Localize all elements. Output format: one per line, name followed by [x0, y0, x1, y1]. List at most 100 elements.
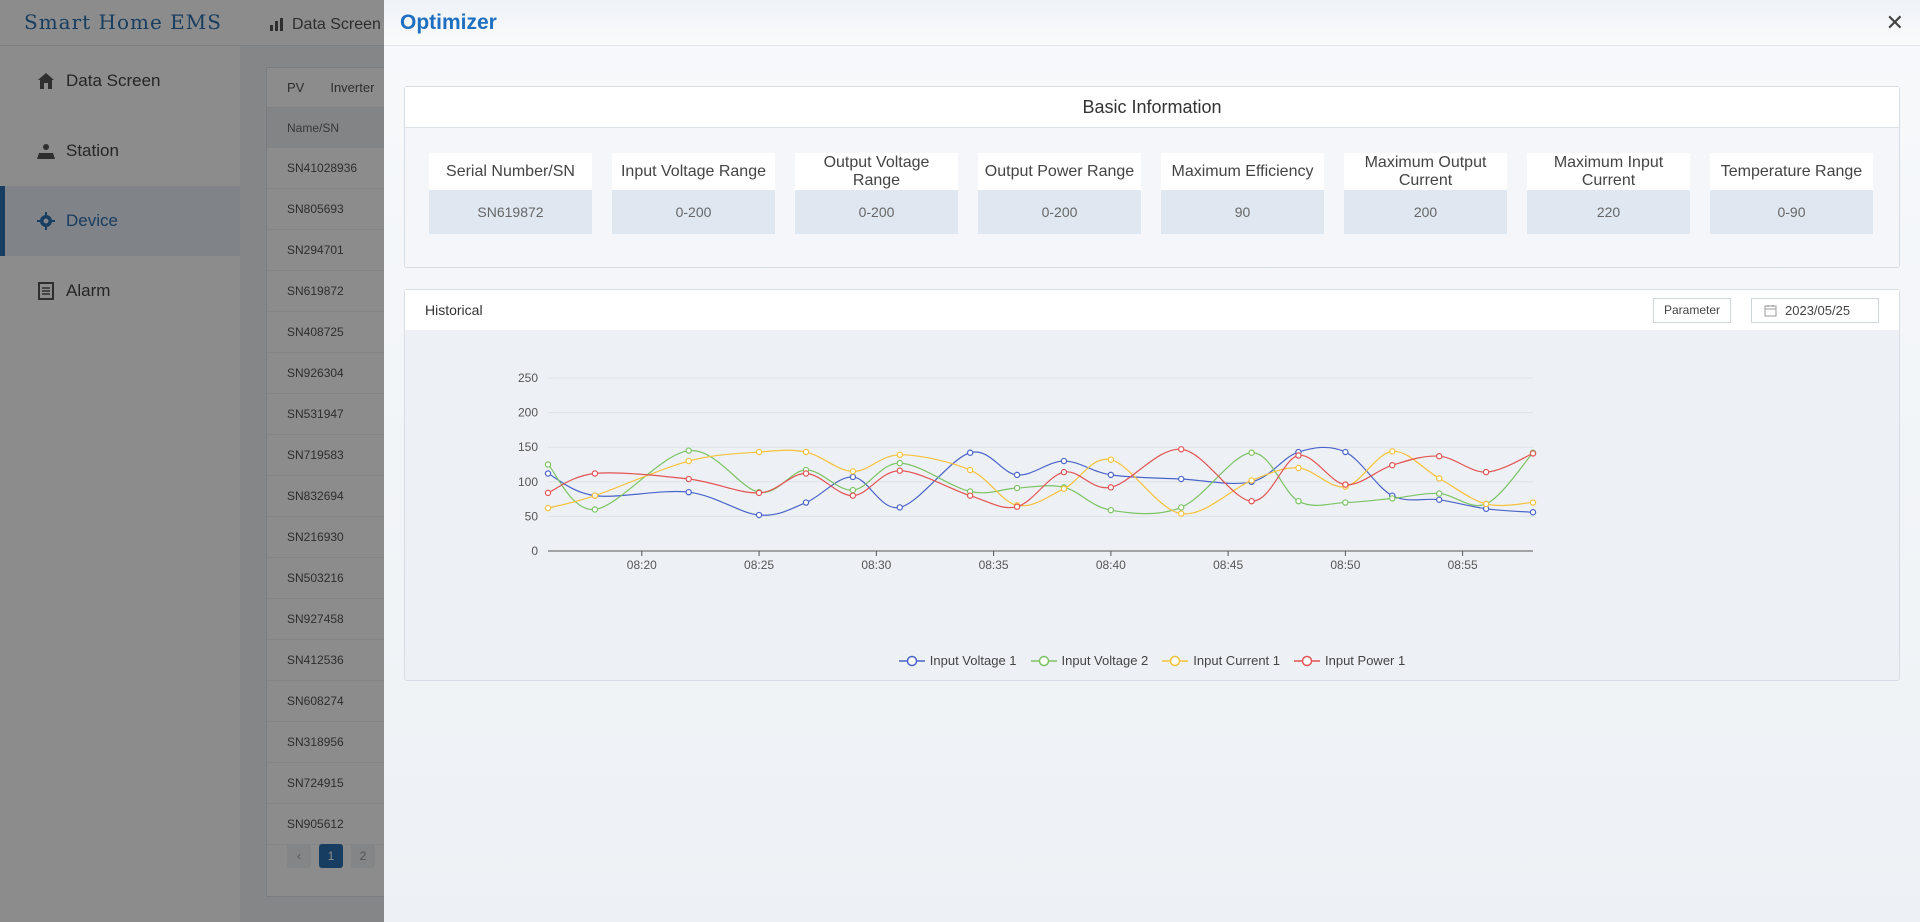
- data-point: [755, 511, 763, 519]
- data-point: [1529, 509, 1537, 516]
- historical-panel: Historical Parameter 2023/05/25 0 50 100 15…: [404, 289, 1900, 681]
- y-tick-label: 200: [518, 406, 538, 420]
- data-point: [849, 492, 857, 499]
- data-point: [1248, 449, 1255, 456]
- data-point: [755, 448, 763, 456]
- data-point: [591, 492, 599, 499]
- info-card-label: Maximum Input Current: [1527, 153, 1690, 190]
- data-point: [1482, 500, 1490, 508]
- legend-label: Input Voltage 1: [929, 653, 1017, 668]
- info-card-label: Output Power Range: [978, 153, 1141, 190]
- data-point: [1060, 468, 1068, 476]
- info-card-value: 0-200: [978, 190, 1141, 234]
- data-point: [849, 486, 857, 494]
- data-point: [1295, 452, 1302, 459]
- data-point: [1389, 495, 1396, 502]
- optimizer-drawer: Optimizer ✕ Basic Information Serial Num…: [384, 0, 1920, 922]
- data-point: [1389, 461, 1396, 469]
- info-cards: Serial Number/SN SN619872 Input Voltage Ra…: [429, 153, 1873, 234]
- data-point: [685, 475, 692, 483]
- data-point: [1060, 485, 1068, 492]
- historical-tools: Parameter 2023/05/25: [1652, 297, 1879, 323]
- chart-legend: Input Voltage 1 Input Voltage 2 Input Curr…: [405, 653, 1899, 668]
- legend-marker: [898, 655, 925, 666]
- info-card: Output Voltage Range 0-200: [795, 153, 958, 234]
- info-card: Serial Number/SN SN619872: [429, 153, 592, 234]
- data-point: [802, 470, 810, 477]
- data-point: [685, 447, 692, 454]
- data-point: [1342, 481, 1349, 488]
- data-point: [1013, 503, 1021, 510]
- data-point: [1435, 475, 1443, 482]
- data-point: [544, 461, 552, 468]
- data-point: [1060, 457, 1068, 465]
- data-point: [896, 451, 903, 459]
- data-point: [1178, 510, 1185, 517]
- data-point: [591, 506, 599, 513]
- legend-item[interactable]: Input Power 1: [1294, 653, 1405, 668]
- info-card: Maximum Input Current 220: [1527, 153, 1690, 234]
- basic-information-panel: Basic Information Serial Number/SN SN6198…: [404, 86, 1900, 268]
- data-point: [1389, 448, 1396, 455]
- info-card-label: Maximum Output Current: [1344, 153, 1507, 190]
- data-point: [849, 473, 857, 481]
- legend-label: Input Current 1: [1193, 653, 1280, 668]
- legend-marker: [1162, 655, 1189, 666]
- legend-item[interactable]: Input Voltage 1: [898, 653, 1017, 668]
- info-card-label: Maximum Efficiency: [1161, 153, 1324, 190]
- data-point: [685, 488, 692, 496]
- data-point: [1248, 477, 1255, 484]
- parameter-button[interactable]: Parameter: [1652, 297, 1731, 323]
- y-tick-label: 250: [518, 371, 538, 385]
- drawer-title: Optimizer: [400, 10, 497, 34]
- x-tick-label: 08:35: [979, 558, 1009, 572]
- data-point: [1435, 490, 1443, 497]
- info-card-value: 0-200: [795, 190, 958, 234]
- data-point: [1342, 499, 1349, 506]
- data-point: [1248, 497, 1255, 505]
- x-tick-label: 08:40: [1096, 558, 1126, 572]
- legend-label: Input Power 1: [1325, 653, 1406, 668]
- data-point: [685, 457, 692, 465]
- drawer-header: Optimizer ✕: [384, 0, 1920, 46]
- legend-marker: [1030, 655, 1057, 666]
- data-point: [1178, 504, 1185, 511]
- data-point: [544, 470, 552, 477]
- basic-information-title: Basic Information: [405, 87, 1899, 128]
- info-card-value: SN619872: [429, 190, 592, 234]
- data-point: [544, 489, 552, 497]
- data-point: [1435, 452, 1443, 460]
- data-point: [1295, 464, 1302, 472]
- historical-header: Historical Parameter 2023/05/25: [405, 290, 1899, 330]
- data-point: [1342, 448, 1349, 456]
- data-point: [1107, 484, 1115, 491]
- info-card: Output Power Range 0-200: [978, 153, 1141, 234]
- legend-label: Input Voltage 2: [1061, 653, 1149, 668]
- info-card-value: 90: [1161, 190, 1324, 234]
- date-picker[interactable]: 2023/05/25: [1751, 297, 1879, 323]
- x-tick-label: 08:55: [1448, 558, 1478, 572]
- data-point: [1178, 446, 1185, 453]
- y-tick-label: 50: [525, 509, 539, 523]
- x-tick-label: 08:25: [744, 558, 774, 572]
- info-card: Maximum Output Current 200: [1344, 153, 1507, 234]
- y-tick-label: 150: [518, 440, 538, 454]
- calendar-icon: [1764, 304, 1777, 316]
- data-point: [1107, 471, 1115, 479]
- data-point: [896, 467, 903, 474]
- info-card-label: Output Voltage Range: [795, 153, 958, 190]
- info-card: Maximum Efficiency 90: [1161, 153, 1324, 234]
- close-icon[interactable]: ✕: [1886, 10, 1904, 36]
- y-tick-label: 0: [531, 544, 538, 558]
- data-point: [591, 470, 599, 477]
- data-point: [544, 504, 552, 512]
- data-point: [1013, 471, 1021, 479]
- info-card-label: Serial Number/SN: [429, 153, 592, 190]
- legend-item[interactable]: Input Current 1: [1162, 653, 1280, 668]
- legend-marker: [1294, 655, 1320, 666]
- legend-item[interactable]: Input Voltage 2: [1030, 653, 1149, 668]
- x-tick-label: 08:30: [861, 558, 891, 572]
- data-point: [802, 499, 810, 506]
- data-point: [1529, 499, 1537, 506]
- date-value: 2023/05/25: [1785, 302, 1851, 318]
